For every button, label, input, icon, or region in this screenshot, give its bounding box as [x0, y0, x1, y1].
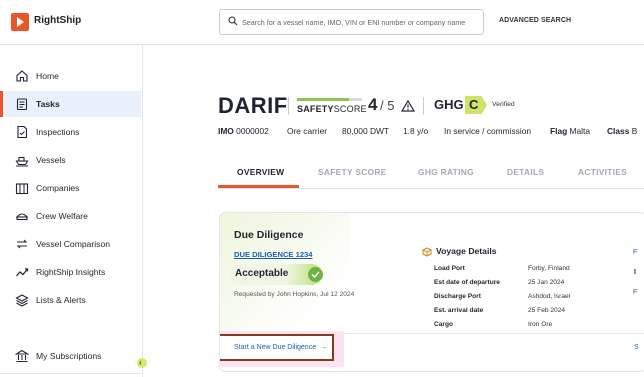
safety-score-max: / 5 — [380, 98, 395, 113]
requested-by: Requested by John Hopkins, Jul 12 2024 — [234, 291, 355, 298]
tab-activities[interactable]: ACTIVITIES — [578, 167, 627, 177]
ghg-label: GHG — [434, 97, 464, 112]
truncated-text: F — [633, 249, 638, 256]
vessel-flag: Flag Malta — [550, 126, 591, 136]
ship-icon — [15, 156, 29, 167]
sidebar-item-label: Crew Welfare — [36, 211, 88, 221]
vessel-tabs: OVERVIEW SAFETY SCORE GHG RATING DETAILS… — [218, 150, 644, 189]
imo: IMO 0000002 — [218, 126, 269, 136]
active-tab-indicator — [218, 185, 299, 188]
tab-overview[interactable]: OVERVIEW — [237, 167, 284, 177]
sidebar-item-crew-welfare[interactable]: Crew Welfare — [0, 203, 141, 229]
layers-icon — [15, 294, 29, 307]
vessel-type: Ore carrier — [287, 126, 328, 136]
search-input[interactable] — [242, 13, 477, 31]
start-new-due-diligence-link[interactable]: Start a New Due Diligence → — [234, 344, 327, 351]
truncated-text: F — [633, 289, 638, 296]
sidebar-item-inspections[interactable]: Inspections — [0, 119, 141, 145]
ghg-status: Verified — [492, 101, 515, 108]
crew-icon — [15, 213, 29, 221]
overview-card: Due Diligence DUE DILIGENCE 1234 Accepta… — [219, 212, 644, 372]
sidebar-item-vessels[interactable]: Vessels — [0, 147, 141, 173]
search-box[interactable] — [219, 9, 484, 35]
home-icon — [16, 70, 28, 82]
sidebar-item-lists-alerts[interactable]: Lists & Alerts — [0, 287, 141, 313]
sidebar-item-label: Lists & Alerts — [36, 295, 86, 305]
voyage-details-title: Voyage Details — [436, 246, 497, 256]
vessel-age: 1.8 y/o — [403, 126, 429, 136]
truncated-text[interactable]: S — [634, 344, 639, 351]
safety-score-label: SAFETYSCORE — [297, 104, 367, 114]
vessel-class: Class B — [607, 126, 638, 136]
box-icon — [422, 247, 432, 257]
sidebar-item-my-subscriptions[interactable]: My Subscriptions — [0, 343, 141, 369]
app-name[interactable]: RightShip — [34, 15, 81, 26]
sidebar-item-tasks[interactable]: Tasks — [0, 91, 141, 117]
sidebar-item-label: Companies — [36, 183, 80, 193]
tab-safety-score[interactable]: SAFETY SCORE — [318, 167, 387, 177]
sidebar-item-home[interactable]: Home — [0, 63, 141, 89]
truncated-text: I — [634, 269, 636, 276]
arrow-right-icon: → — [320, 344, 328, 351]
vessel-dwt: 80,000 DWT — [342, 126, 390, 136]
sidebar-item-label: Vessel Comparison — [36, 239, 111, 249]
top-bar: RightShip ADVANCED SEARCH — [0, 0, 644, 45]
sidebar-item-rightship-insights[interactable]: RightShip Insights — [0, 259, 141, 285]
safety-score-bar-fill — [297, 98, 349, 101]
sidebar: Home Tasks Inspections Vessels Companies… — [0, 45, 147, 377]
compare-icon — [16, 239, 28, 249]
safety-score-bar — [297, 98, 362, 101]
sidebar-item-label: Vessels — [36, 155, 66, 165]
tab-ghg-rating[interactable]: GHG RATING — [418, 167, 474, 177]
safety-score-value: 4 — [368, 95, 378, 114]
sidebar-item-label: RightShip Insights — [36, 267, 106, 277]
advanced-search-button[interactable]: ADVANCED SEARCH — [499, 17, 571, 24]
acceptable-status-badge: Acceptable — [230, 264, 323, 285]
tasks-icon — [16, 98, 28, 111]
ghg-rating-badge: C — [465, 96, 487, 114]
search-icon — [228, 16, 238, 26]
check-icon — [308, 267, 323, 282]
tab-details[interactable]: DETAILS — [507, 167, 544, 177]
sidebar-item-label: Inspections — [36, 127, 80, 137]
due-diligence-title: Due Diligence — [234, 229, 304, 241]
header-divider — [288, 97, 289, 115]
rightship-logo-icon[interactable] — [11, 13, 29, 31]
vessel-status: In service / commission — [444, 126, 532, 136]
building-icon — [15, 183, 29, 195]
header-divider — [423, 97, 424, 115]
vessel-name: DARIF — [218, 93, 288, 118]
warning-icon[interactable] — [401, 100, 415, 112]
due-diligence-link[interactable]: DUE DILIGENCE 1234 — [234, 250, 313, 259]
sidebar-item-companies[interactable]: Companies — [0, 175, 141, 201]
subscriptions-icon — [15, 349, 29, 362]
sidebar-item-label: Tasks — [36, 99, 60, 109]
sidebar-item-vessel-comparison[interactable]: Vessel Comparison — [0, 231, 141, 257]
sidebar-divider — [0, 373, 142, 374]
insights-icon — [16, 268, 29, 277]
sidebar-item-label: Home — [36, 71, 59, 81]
inspection-icon — [17, 125, 28, 139]
sidebar-item-label: My Subscriptions — [36, 351, 102, 361]
